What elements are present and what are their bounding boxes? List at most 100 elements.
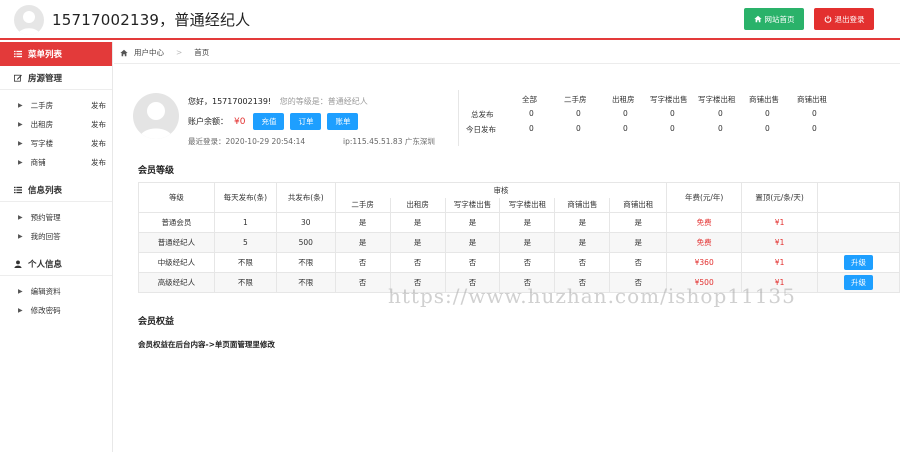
membership-section-title: 会员等级	[138, 166, 175, 176]
user-icon	[14, 259, 22, 268]
col-header-review-sub: 商铺出售	[554, 197, 611, 213]
sidebar-item-my-answers[interactable]: ▶ 我的回答	[0, 227, 112, 246]
rights-section-title: 会员权益	[138, 317, 175, 327]
cell-level: 普通经纪人	[138, 232, 215, 253]
sidebar-item-label: 二手房	[30, 101, 54, 110]
balance-row: 账户余额： ¥0 充值 订单 账单	[188, 113, 359, 130]
cell-action	[817, 212, 900, 233]
col-header-review-sub: 出租房	[389, 197, 446, 213]
stat-value: 0	[529, 124, 534, 133]
sidebar-item-rental[interactable]: ▶ 出租房 发布	[0, 115, 112, 134]
cell-daily: 5	[213, 232, 277, 253]
publish-link[interactable]: 发布	[91, 100, 106, 111]
breadcrumb-separator-icon: >	[176, 48, 183, 57]
sidebar-group-personal[interactable]: 个人信息	[0, 252, 112, 276]
breadcrumb-home[interactable]: 首页	[194, 47, 209, 58]
cell-review: 是	[499, 232, 556, 253]
bills-button[interactable]: 账单	[327, 113, 359, 130]
breadcrumb: 用户中心 > 首页	[114, 42, 900, 64]
balance-label: 账户余额：	[188, 117, 228, 126]
cell-review: 否	[334, 272, 391, 293]
col-header-review: 审核	[334, 182, 668, 198]
cell-review: 是	[444, 212, 501, 233]
sidebar-group-property[interactable]: 房源管理	[0, 66, 112, 90]
caret-right-icon: ▶	[18, 159, 23, 166]
greeting-text: 您好，15717002139!	[188, 97, 272, 106]
ip-location: ip:115.45.51.83 广东深圳	[343, 137, 435, 146]
cell-review: 否	[334, 252, 391, 273]
logout-button[interactable]: 退出登录	[814, 8, 874, 30]
cell-action	[817, 232, 900, 253]
breadcrumb-user-center[interactable]: 用户中心	[134, 47, 164, 58]
sidebar-menu-title-label: 菜单列表	[28, 50, 63, 60]
home-icon	[753, 15, 762, 23]
upgrade-button[interactable]: 升级	[844, 275, 873, 290]
sidebar-item-office[interactable]: ▶ 写字楼 发布	[0, 134, 112, 153]
sidebar-item-label: 我的回答	[30, 232, 61, 241]
orders-button[interactable]: 订单	[290, 113, 322, 130]
cell-review: 是	[554, 232, 611, 253]
cell-action: 升级	[817, 272, 900, 293]
cell-review: 是	[499, 212, 556, 233]
publish-link[interactable]: 发布	[91, 138, 106, 149]
stat-value: 0	[812, 124, 817, 133]
cell-review: 否	[609, 252, 668, 273]
stat-value: 0	[718, 109, 723, 118]
cell-review: 是	[444, 232, 501, 253]
site-home-button[interactable]: 网站首页	[744, 8, 804, 30]
stat-value: 0	[623, 124, 628, 133]
top-header: 15717002139，普通经纪人 网站首页 退出登录	[0, 0, 900, 40]
membership-table: 等级 每天发布(条) 共发布(条) 审核 年费(元/年) 置顶(元/条/天) 二…	[138, 182, 900, 293]
cell-level: 中级经纪人	[138, 252, 215, 273]
caret-right-icon: ▶	[18, 214, 23, 221]
sidebar-item-label: 预约管理	[30, 213, 61, 222]
caret-right-icon: ▶	[18, 121, 23, 128]
publish-link[interactable]: 发布	[91, 119, 106, 130]
caret-right-icon: ▶	[18, 102, 23, 109]
cell-level: 普通会员	[138, 212, 215, 233]
table-row: 普通会员 1 30 是 是 是 是 是 是 免费 ¥1	[138, 212, 900, 233]
home-icon	[120, 49, 128, 56]
vertical-divider	[458, 90, 459, 146]
col-header-daily: 每天发布(条)	[213, 182, 277, 213]
col-header-review-sub: 写字楼出售	[444, 197, 501, 213]
recharge-button[interactable]: 充值	[253, 113, 285, 130]
stat-value: 0	[812, 109, 817, 118]
sidebar-item-edit-profile[interactable]: ▶ 编辑资料	[0, 282, 112, 301]
cell-review: 是	[389, 232, 446, 253]
cell-action: 升级	[817, 252, 900, 273]
stat-value: 0	[576, 124, 581, 133]
header-title: 15717002139，普通经纪人	[52, 11, 251, 29]
sidebar-item-appointments[interactable]: ▶ 预约管理	[0, 208, 112, 227]
sidebar-group-info[interactable]: 信息列表	[0, 178, 112, 202]
col-header-total: 共发布(条)	[275, 182, 336, 213]
cell-review: 是	[334, 212, 391, 233]
col-header-action	[817, 182, 900, 213]
cell-annual-fee: ¥360	[666, 252, 743, 273]
stat-col-header: 全部	[522, 95, 537, 104]
sidebar-item-second-hand[interactable]: ▶ 二手房 发布	[0, 96, 112, 115]
cell-total: 500	[275, 232, 336, 253]
user-silhouette-icon	[139, 102, 173, 139]
publish-link[interactable]: 发布	[91, 157, 106, 168]
stat-col-header: 商铺出租	[797, 95, 827, 104]
sidebar-item-label: 编辑资料	[30, 287, 61, 296]
sidebar-menu-title[interactable]: 菜单列表	[0, 42, 112, 66]
profile-greeting: 您好，15717002139! 您的等级是：普通经纪人	[188, 96, 368, 107]
cell-review: 否	[499, 252, 556, 273]
stat-value: 0	[718, 124, 723, 133]
sidebar-item-label: 修改密码	[30, 306, 61, 315]
sidebar-item-shop[interactable]: ▶ 商铺 发布	[0, 153, 112, 172]
logout-label: 退出登录	[834, 14, 865, 24]
col-header-review-sub: 写字楼出租	[499, 197, 556, 213]
cell-daily: 不限	[213, 272, 277, 293]
watermark-text: https://www.huzhan.com/ishop11135	[388, 284, 796, 308]
caret-right-icon: ▶	[18, 233, 23, 240]
stat-value: 0	[623, 109, 628, 118]
header-avatar	[14, 5, 44, 35]
stat-value: 0	[529, 109, 534, 118]
upgrade-button[interactable]: 升级	[844, 255, 873, 270]
col-header-review-sub: 商铺出租	[609, 197, 668, 213]
cell-level: 高级经纪人	[138, 272, 215, 293]
sidebar-item-change-password[interactable]: ▶ 修改密码	[0, 301, 112, 320]
